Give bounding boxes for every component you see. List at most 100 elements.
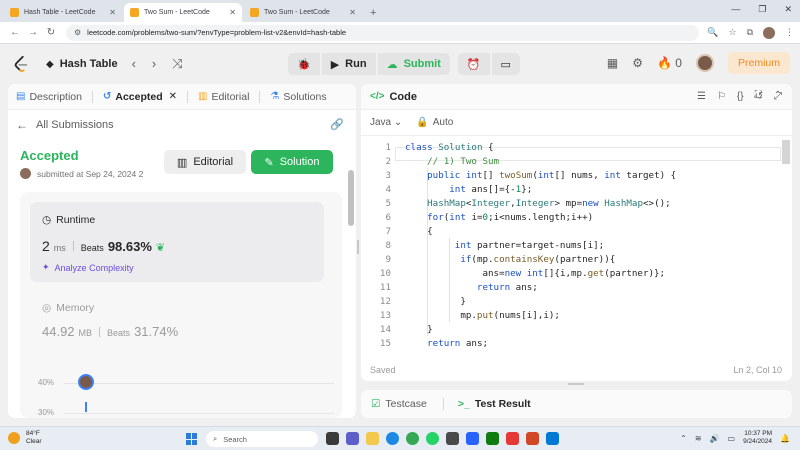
xbox-icon[interactable]: [486, 432, 499, 445]
close-window-icon[interactable]: ✕: [784, 4, 792, 15]
memory-label-row[interactable]: ◎ Memory: [42, 302, 94, 314]
battery-icon[interactable]: ▭: [728, 434, 736, 443]
taskbar-search[interactable]: ⌕ Search: [206, 431, 318, 447]
timer-button[interactable]: ⏰: [457, 53, 490, 75]
site-info-icon[interactable]: ⚙: [74, 28, 81, 37]
code-editor[interactable]: 1 class Solution { 2 // 1) Two Sum 3 pub…: [361, 140, 792, 350]
minimize-icon[interactable]: —: [731, 4, 740, 15]
zoom-icon[interactable]: 🔍: [707, 27, 718, 38]
wifi-icon[interactable]: ≋: [695, 434, 702, 443]
runtime-beats-percent: 98.63%: [107, 239, 152, 254]
forward-arrow-icon[interactable]: →: [24, 27, 42, 38]
reload-icon[interactable]: ↻: [42, 27, 60, 38]
language-select[interactable]: Java ⌄: [370, 117, 402, 128]
all-submissions-link[interactable]: ← All Submissions: [16, 118, 114, 132]
tab-solutions[interactable]: ⚗ Solutions: [270, 91, 326, 103]
runtime-section[interactable]: ◷ Runtime 2 ms Beats 98.63% ❦ ✦ Analyze …: [30, 202, 324, 282]
leetcode-logo-icon[interactable]: [12, 55, 30, 73]
chrome-icon[interactable]: [406, 432, 419, 445]
browser-tab-two-sum-active[interactable]: Two Sum - LeetCode ✕: [124, 3, 242, 22]
settings-gear-icon[interactable]: ⚙: [632, 56, 643, 70]
problem-navigation: ‹ › ⤨: [132, 56, 183, 72]
tab-testcase[interactable]: ☑ Testcase: [371, 398, 427, 410]
code-text: int partner=target-nums[i];: [454, 239, 605, 251]
line-number: 6: [385, 211, 391, 223]
task-view-icon[interactable]: [326, 432, 339, 445]
code-line: 14 }: [361, 322, 781, 336]
whatsapp-icon[interactable]: [426, 432, 439, 445]
solution-button[interactable]: ✎ Solution: [251, 150, 333, 174]
premium-button[interactable]: Premium: [727, 52, 790, 74]
share-link-icon[interactable]: 🔗: [330, 118, 344, 131]
reset-code-icon[interactable]: ↺: [755, 91, 763, 102]
close-tab-icon[interactable]: ✕: [349, 8, 356, 17]
youtube-icon[interactable]: [506, 432, 519, 445]
format-lines-icon[interactable]: ☰: [697, 91, 706, 102]
close-tab-icon[interactable]: ✕: [229, 8, 236, 17]
url-field[interactable]: ⚙ leetcode.com/problems/two-sum/?envType…: [66, 24, 700, 41]
clock-date: 9/24/2024: [743, 438, 773, 445]
analyze-complexity-link[interactable]: ✦ Analyze Complexity: [42, 262, 134, 273]
next-problem-icon[interactable]: ›: [152, 56, 156, 72]
powerpoint-icon[interactable]: [526, 432, 539, 445]
tab-divider: [442, 398, 444, 410]
tab-accepted[interactable]: ↺ Accepted ✕: [103, 91, 177, 103]
notes-button[interactable]: ▭: [491, 53, 520, 75]
edge-browser-icon[interactable]: [386, 432, 399, 445]
volume-icon[interactable]: 🔊: [710, 434, 720, 443]
clock[interactable]: 10:37 PM 9/24/2024: [743, 430, 772, 446]
teams-icon[interactable]: [346, 432, 359, 445]
new-tab-icon[interactable]: +: [370, 7, 376, 19]
left-panel-tabs: ▤ Description ↺ Accepted ✕ ▥ Editorial ⚗…: [8, 84, 356, 110]
notifications-bell-icon[interactable]: 🔔: [780, 434, 790, 443]
streak-counter[interactable]: 🔥 0: [657, 56, 682, 70]
file-explorer-icon[interactable]: [366, 432, 379, 445]
close-tab-icon[interactable]: ✕: [169, 91, 177, 102]
close-tab-icon[interactable]: ✕: [109, 8, 116, 17]
show-hidden-icons-icon[interactable]: ⌃: [680, 434, 687, 443]
layout-grid-icon[interactable]: ▦: [607, 56, 618, 70]
browser-tab-hash-table[interactable]: Hash Table - LeetCode ✕: [4, 3, 122, 22]
back-arrow-icon[interactable]: ←: [6, 27, 24, 38]
browser-menu-icon[interactable]: ⋮: [785, 27, 794, 38]
editorial-button[interactable]: ▥ Editorial: [164, 150, 246, 174]
autocomplete-toggle[interactable]: 🔒 Auto: [416, 117, 453, 128]
code-line: 13 mp.put(nums[i],i);: [361, 308, 781, 322]
left-panel-scrollbar[interactable]: [348, 170, 354, 226]
shuffle-icon[interactable]: ⤨: [172, 56, 182, 72]
braces-icon[interactable]: {}: [737, 91, 744, 102]
editor-scrollbar[interactable]: [782, 140, 790, 164]
analyze-complexity-label: Analyze Complexity: [54, 262, 134, 273]
bookmark-star-icon[interactable]: ☆: [728, 27, 736, 38]
bookmark-icon[interactable]: ⚐: [717, 91, 726, 102]
debug-button[interactable]: 🐞: [288, 53, 320, 75]
vertical-resize-handle[interactable]: [357, 240, 359, 254]
tab-divider: [187, 90, 189, 103]
line-number: 5: [385, 197, 391, 209]
browser-tab-two-sum[interactable]: Two Sum - LeetCode ✕: [244, 3, 362, 22]
app-icon[interactable]: [446, 432, 459, 445]
problem-list-button[interactable]: ◆ Hash Table: [46, 58, 118, 70]
prev-problem-icon[interactable]: ‹: [132, 56, 136, 72]
user-avatar[interactable]: [695, 54, 714, 72]
weather-text: 84°F Clear: [26, 430, 42, 446]
mail-icon[interactable]: [546, 432, 559, 445]
horizontal-resize-handle[interactable]: [568, 383, 584, 385]
tab-editorial[interactable]: ▥ Editorial: [198, 91, 249, 103]
run-button[interactable]: ▶ Run: [321, 53, 376, 75]
tab-test-result[interactable]: >_ Test Result: [458, 398, 531, 410]
tab-description[interactable]: ▤ Description: [16, 91, 82, 103]
windows-start-icon[interactable]: [186, 433, 198, 445]
weather-widget[interactable]: 84°F Clear: [8, 430, 42, 446]
code-text: // 1) Two Sum: [405, 155, 500, 167]
expand-editor-icon[interactable]: ⤢: [774, 91, 782, 102]
your-submission-marker[interactable]: [78, 374, 94, 390]
tab-label: Description: [29, 90, 82, 103]
maximize-icon[interactable]: ❐: [758, 4, 766, 15]
extensions-icon[interactable]: ⧉: [747, 27, 753, 38]
app-icon[interactable]: [466, 432, 479, 445]
submit-label: Submit: [403, 58, 441, 70]
profile-avatar[interactable]: [763, 26, 775, 39]
submit-button[interactable]: ☁ Submit: [377, 53, 450, 75]
submission-panel: ▤ Description ↺ Accepted ✕ ▥ Editorial ⚗…: [8, 84, 356, 418]
